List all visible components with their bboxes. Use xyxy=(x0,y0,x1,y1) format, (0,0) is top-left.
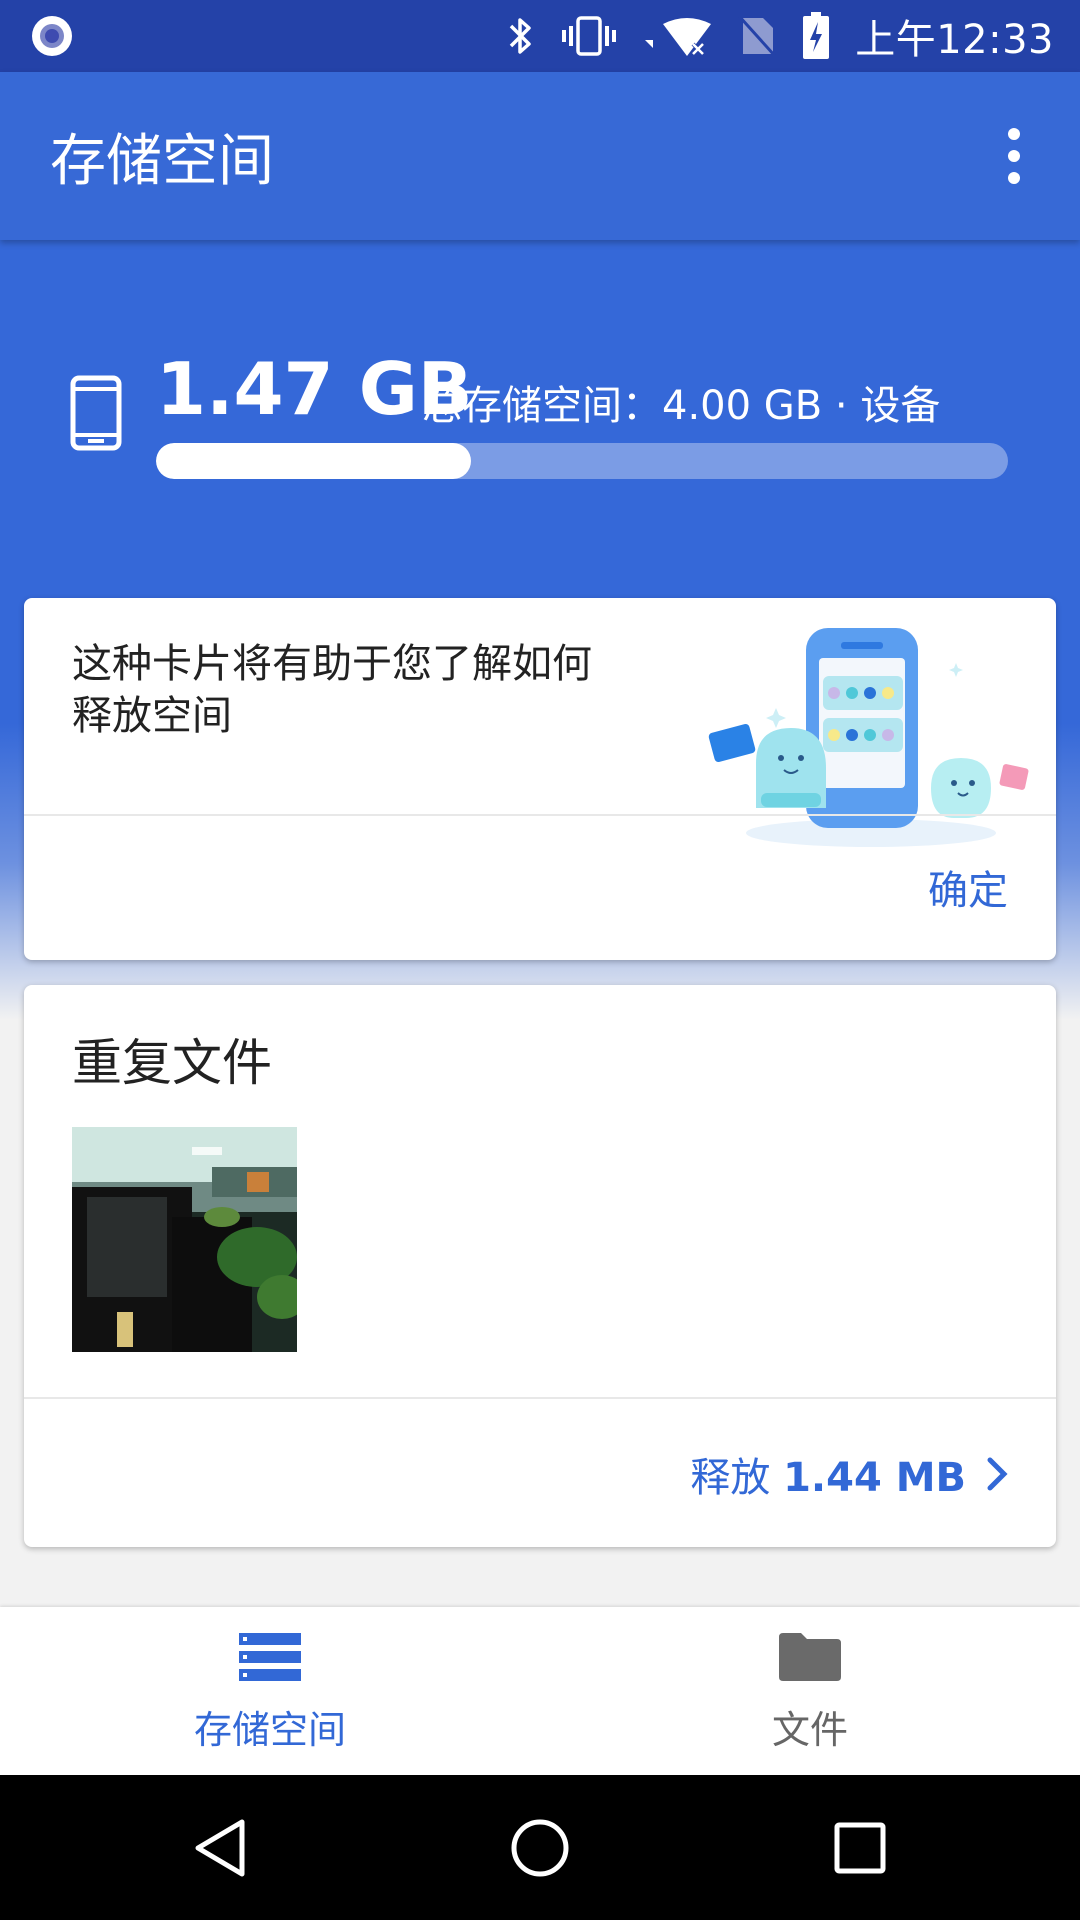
battery-charging-icon xyxy=(803,12,830,59)
nav-item-storage[interactable]: 存储空间 xyxy=(0,1607,540,1775)
duplicates-title: 重复文件 xyxy=(72,1034,272,1092)
recents-button[interactable] xyxy=(805,1793,915,1903)
ok-button[interactable]: 确定 xyxy=(928,858,1008,916)
tip-card: 这种卡片将有助于您了解如何释放空间 确定 xyxy=(24,598,1056,960)
storage-progress-bar xyxy=(156,443,1008,479)
status-time: 上午12:33 xyxy=(855,17,1054,63)
storage-icon xyxy=(239,1632,301,1681)
duplicates-card: 重复文件 释放 1.44 MB xyxy=(24,985,1056,1547)
no-sim-icon xyxy=(738,14,777,58)
more-vert-icon[interactable] xyxy=(984,116,1044,196)
back-icon xyxy=(195,1819,245,1876)
free-space-button[interactable]: 释放 1.44 MB xyxy=(690,1445,1008,1503)
bottom-nav: 存储空间 文件 xyxy=(0,1607,1080,1775)
storage-progress-fill xyxy=(156,443,472,479)
page-title: 存储空间 xyxy=(50,128,274,194)
card-divider xyxy=(24,814,1056,816)
vibrate-icon xyxy=(562,16,617,56)
nav-item-files[interactable]: 文件 xyxy=(540,1607,1080,1775)
system-nav-bar xyxy=(0,1775,1080,1920)
status-bar: 上午12:33 xyxy=(0,0,1080,72)
home-button[interactable] xyxy=(485,1793,595,1903)
storage-summary[interactable]: 1.47 GB 总存储空间：4.00 GB · 设备 xyxy=(70,345,1010,485)
nav-label-storage: 存储空间 xyxy=(193,1707,346,1752)
app-bar: 存储空间 xyxy=(0,72,1080,240)
assistant-icon xyxy=(32,16,72,56)
card-divider xyxy=(24,1397,1056,1399)
duplicate-thumbnail[interactable] xyxy=(72,1127,297,1352)
bluetooth-icon xyxy=(509,18,531,54)
home-icon xyxy=(511,1819,569,1876)
free-value: 1.44 MB xyxy=(783,1455,966,1501)
back-button[interactable] xyxy=(165,1793,275,1903)
tip-illustration xyxy=(708,628,1029,847)
folder-icon xyxy=(779,1632,841,1681)
chevron-right-icon xyxy=(987,1457,1008,1491)
recents-icon xyxy=(834,1822,886,1873)
free-label: 释放 xyxy=(690,1455,771,1501)
phone-icon xyxy=(70,375,122,451)
nav-label-files: 文件 xyxy=(771,1707,848,1752)
storage-total-label: 总存储空间：4.00 GB · 设备 xyxy=(422,383,941,429)
wifi-off-icon xyxy=(645,18,712,56)
tip-text: 这种卡片将有助于您了解如何释放空间 xyxy=(72,641,592,739)
